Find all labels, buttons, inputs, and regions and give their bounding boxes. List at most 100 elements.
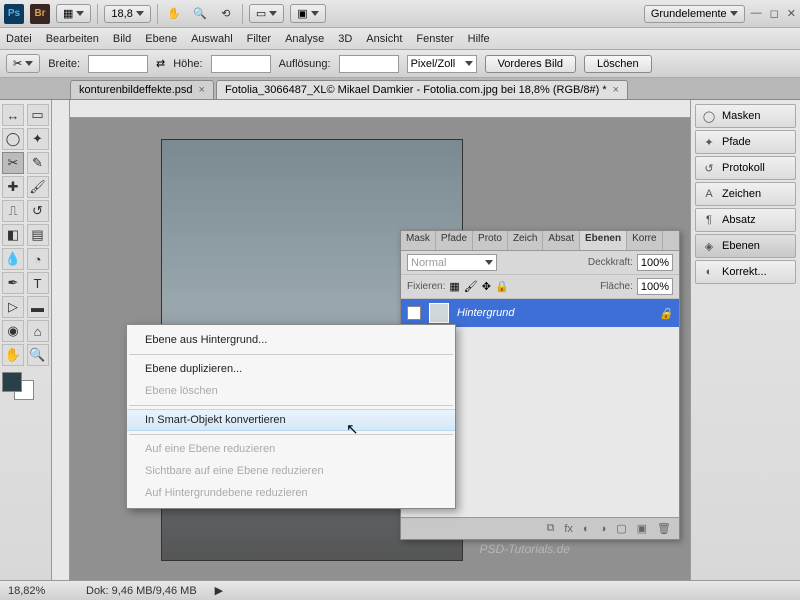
panel-tab-korre[interactable]: Korre bbox=[627, 231, 662, 250]
ps-icon[interactable]: Ps bbox=[4, 4, 24, 24]
panel-tab-zeich[interactable]: Zeich bbox=[508, 231, 543, 250]
heal-tool[interactable]: ✚ bbox=[2, 176, 24, 198]
unit-select[interactable]: Pixel/Zoll bbox=[407, 55, 477, 73]
workspace-dropdown[interactable]: Grundelemente bbox=[644, 5, 745, 23]
shape-tool[interactable]: ▬ bbox=[27, 296, 49, 318]
dock-pfade[interactable]: ✦Pfade bbox=[695, 130, 796, 154]
arrange-dropdown[interactable]: ▭ bbox=[249, 4, 284, 23]
menu-auswahl[interactable]: Auswahl bbox=[191, 33, 233, 45]
move-tool[interactable]: ↔ bbox=[2, 104, 24, 126]
path-tool[interactable]: ▷ bbox=[2, 296, 24, 318]
crop-tool[interactable]: ✂ bbox=[2, 152, 24, 174]
pen-tool[interactable]: ✒ bbox=[2, 272, 24, 294]
panel-tab-proto[interactable]: Proto bbox=[473, 231, 508, 250]
loeschen-button[interactable]: Löschen bbox=[584, 55, 652, 73]
lock-trans-icon[interactable]: ▦ bbox=[449, 280, 459, 293]
color-swatches[interactable] bbox=[2, 372, 42, 402]
ctx-ebene-aus-hintergrund-[interactable]: Ebene aus Hintergrund... bbox=[127, 329, 455, 351]
close-icon[interactable]: × bbox=[199, 84, 205, 96]
crop-tool-icon[interactable]: ✂ bbox=[6, 54, 40, 73]
marquee-tool[interactable]: ▭ bbox=[27, 104, 49, 126]
visibility-icon[interactable] bbox=[407, 306, 421, 320]
lock-paint-icon[interactable]: 🖌 bbox=[464, 280, 478, 293]
dock-korrekt[interactable]: ◐Korrekt... bbox=[695, 260, 796, 284]
hand-tool[interactable]: ✋ bbox=[2, 344, 24, 366]
zoom-dropdown[interactable]: 18,8 bbox=[104, 5, 150, 23]
lasso-tool[interactable]: ◯ bbox=[2, 128, 24, 150]
3d-cam-tool[interactable]: ⌂ bbox=[27, 320, 49, 342]
dodge-tool[interactable]: ◔ bbox=[27, 248, 49, 270]
doc-tab[interactable]: Fotolia_3066487_XL© Mikael Damkier - Fot… bbox=[216, 80, 628, 99]
menu-hilfe[interactable]: Hilfe bbox=[468, 33, 490, 45]
eyedropper-tool[interactable]: ✎ bbox=[27, 152, 49, 174]
blend-mode-select[interactable]: Normal bbox=[407, 254, 497, 271]
fill-input[interactable]: 100% bbox=[637, 278, 673, 295]
view-mode-dropdown[interactable]: ▦ bbox=[56, 4, 91, 23]
fx-icon[interactable]: fx bbox=[564, 523, 573, 535]
zoom-tool[interactable]: 🔍 bbox=[27, 344, 49, 366]
type-tool[interactable]: T bbox=[27, 272, 49, 294]
panel-tab-ebenen[interactable]: Ebenen bbox=[580, 231, 627, 250]
bridge-icon[interactable]: Br bbox=[30, 4, 50, 24]
brush-tool[interactable]: 🖌 bbox=[27, 176, 49, 198]
ctx-ebene-duplizieren-[interactable]: Ebene duplizieren... bbox=[127, 358, 455, 380]
maximize-icon[interactable]: ◻ bbox=[770, 7, 779, 20]
gradient-tool[interactable]: ▤ bbox=[27, 224, 49, 246]
menu-fenster[interactable]: Fenster bbox=[416, 33, 453, 45]
rotate-icon[interactable]: ⟲ bbox=[216, 4, 236, 24]
3d-tool[interactable]: ◉ bbox=[2, 320, 24, 342]
trash-icon[interactable]: 🗑 bbox=[657, 522, 671, 535]
status-zoom[interactable]: 18,82% bbox=[8, 585, 68, 597]
dock-zeichen[interactable]: AZeichen bbox=[695, 182, 796, 206]
close-icon[interactable]: × bbox=[613, 84, 619, 96]
breite-input[interactable] bbox=[88, 55, 148, 73]
protokoll-icon: ↺ bbox=[702, 161, 716, 175]
panel-tab-absat[interactable]: Absat bbox=[543, 231, 580, 250]
menu-ebene[interactable]: Ebene bbox=[145, 33, 177, 45]
zoom-icon[interactable]: 🔍 bbox=[190, 4, 210, 24]
menu-bearbeiten[interactable]: Bearbeiten bbox=[46, 33, 99, 45]
wand-tool[interactable]: ✦ bbox=[27, 128, 49, 150]
menu-ansicht[interactable]: Ansicht bbox=[366, 33, 402, 45]
hand-icon[interactable]: ✋ bbox=[164, 4, 184, 24]
lock-all-icon[interactable]: 🔒 bbox=[495, 280, 509, 293]
vorderes-bild-button[interactable]: Vorderes Bild bbox=[485, 55, 576, 73]
fill-label: Fläche: bbox=[600, 281, 633, 292]
foreground-color[interactable] bbox=[2, 372, 22, 392]
history-brush-tool[interactable]: ↺ bbox=[27, 200, 49, 222]
layer-thumb[interactable] bbox=[429, 303, 449, 323]
doc-tab[interactable]: konturenbildeffekte.psd× bbox=[70, 80, 214, 99]
menu-datei[interactable]: Datei bbox=[6, 33, 32, 45]
eraser-tool[interactable]: ◧ bbox=[2, 224, 24, 246]
status-arrow-icon[interactable]: ▶ bbox=[215, 584, 223, 597]
panel-tab-pfade[interactable]: Pfade bbox=[436, 231, 473, 250]
swap-icon[interactable]: ⇄ bbox=[156, 57, 165, 70]
menu-filter[interactable]: Filter bbox=[247, 33, 271, 45]
menu-3d[interactable]: 3D bbox=[338, 33, 352, 45]
screen-mode-dropdown[interactable]: ▣ bbox=[290, 4, 325, 23]
adjust-icon[interactable]: ◑ bbox=[600, 523, 607, 535]
dock-masken[interactable]: ◯Masken bbox=[695, 104, 796, 128]
stamp-tool[interactable]: ⎍ bbox=[2, 200, 24, 222]
opacity-input[interactable]: 100% bbox=[637, 254, 673, 271]
mask-icon[interactable]: ◐ bbox=[583, 523, 590, 535]
menu-analyse[interactable]: Analyse bbox=[285, 33, 324, 45]
menu-bild[interactable]: Bild bbox=[113, 33, 131, 45]
aufl-input[interactable] bbox=[339, 55, 399, 73]
aufl-label: Auflösung: bbox=[279, 58, 331, 70]
blur-tool[interactable]: 💧 bbox=[2, 248, 24, 270]
ctx-in-smart-objekt-konvertieren[interactable]: In Smart-Objekt konvertieren bbox=[127, 409, 455, 431]
lock-move-icon[interactable]: ✥ bbox=[482, 280, 491, 293]
ebenen-icon: ◈ bbox=[702, 239, 716, 253]
minimize-icon[interactable]: — bbox=[751, 7, 762, 20]
dock-absatz[interactable]: ¶Absatz bbox=[695, 208, 796, 232]
layer-row[interactable]: Hintergrund 🔒 bbox=[401, 299, 679, 327]
panel-tab-mask[interactable]: Mask bbox=[401, 231, 436, 250]
hoehe-input[interactable] bbox=[211, 55, 271, 73]
new-layer-icon[interactable]: ▣ bbox=[637, 522, 647, 535]
dock-ebenen[interactable]: ◈Ebenen bbox=[695, 234, 796, 258]
close-icon[interactable]: ✕ bbox=[787, 7, 796, 20]
folder-icon[interactable]: ▢ bbox=[616, 522, 626, 535]
link-icon[interactable]: ⧉ bbox=[546, 522, 554, 535]
dock-protokoll[interactable]: ↺Protokoll bbox=[695, 156, 796, 180]
